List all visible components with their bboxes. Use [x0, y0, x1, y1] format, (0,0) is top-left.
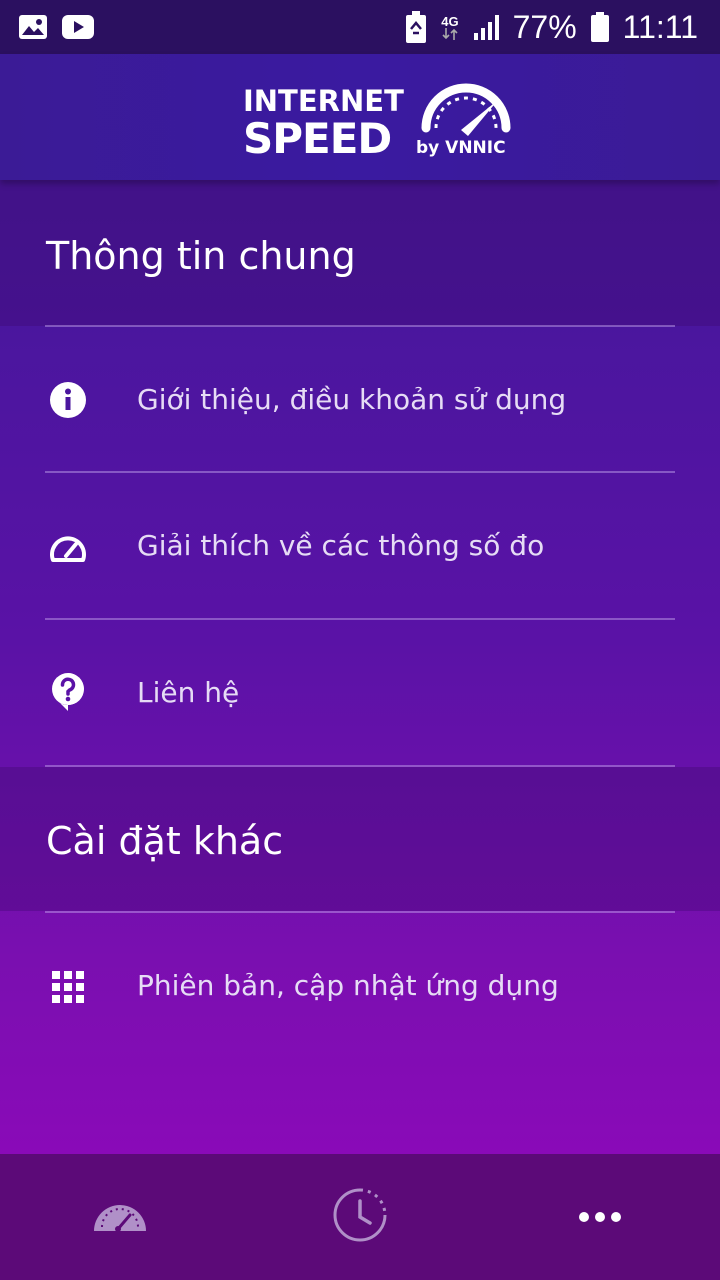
- logo-line1: INTERNET: [243, 84, 404, 118]
- speedometer-icon: [48, 528, 88, 568]
- battery-saver-icon: [405, 11, 427, 43]
- section-general: Thông tin chung: [0, 180, 720, 326]
- network-label: 4G: [441, 13, 459, 29]
- signal-icon: [473, 14, 499, 40]
- menu-item-about-terms[interactable]: Giới thiệu, điều khoản sử dụng: [0, 327, 720, 473]
- logo-gauge-icon: [416, 76, 516, 142]
- youtube-icon: [62, 15, 94, 39]
- status-bar: 4G 77% 11:11: [0, 0, 720, 54]
- gauge-icon: [92, 1197, 148, 1237]
- section-other: Cài đặt khác: [0, 767, 720, 911]
- network-4g-icon: 4G: [441, 13, 459, 40]
- menu-item-version-update[interactable]: Phiên bản, cập nhật ứng dụng: [0, 913, 720, 1059]
- menu-label: Liên hệ: [137, 676, 240, 709]
- app-header: INTERNET SPEED by VNNIC: [0, 54, 720, 180]
- grid-icon: [48, 967, 88, 1007]
- nav-history[interactable]: [240, 1154, 480, 1280]
- bottom-nav: [0, 1154, 720, 1280]
- status-left: [18, 14, 94, 40]
- info-icon: [48, 380, 88, 420]
- battery-icon: [590, 12, 609, 42]
- more-dots-icon: [578, 1208, 622, 1227]
- nav-speed-test[interactable]: [0, 1154, 240, 1280]
- clock: 11:11: [622, 8, 698, 45]
- app-logo: INTERNET SPEED by VNNIC: [243, 82, 513, 163]
- status-right: 4G 77% 11:11: [405, 9, 698, 46]
- menu-label: Giải thích về các thông số đo: [137, 529, 545, 562]
- menu-item-contact[interactable]: Liên hệ: [0, 620, 720, 766]
- history-clock-icon: [332, 1187, 388, 1247]
- battery-percent: 77%: [512, 8, 577, 45]
- gallery-icon: [18, 14, 48, 40]
- logo-line2: SPEED: [243, 114, 392, 163]
- menu-label: Phiên bản, cập nhật ứng dụng: [137, 969, 559, 1002]
- help-icon: [48, 672, 88, 712]
- nav-more[interactable]: [480, 1154, 720, 1280]
- menu-label: Giới thiệu, điều khoản sử dụng: [137, 383, 567, 416]
- section-title-general: Thông tin chung: [46, 234, 356, 278]
- menu-item-measurement-explanation[interactable]: Giải thích về các thông số đo: [0, 473, 720, 619]
- section-title-other: Cài đặt khác: [46, 819, 284, 863]
